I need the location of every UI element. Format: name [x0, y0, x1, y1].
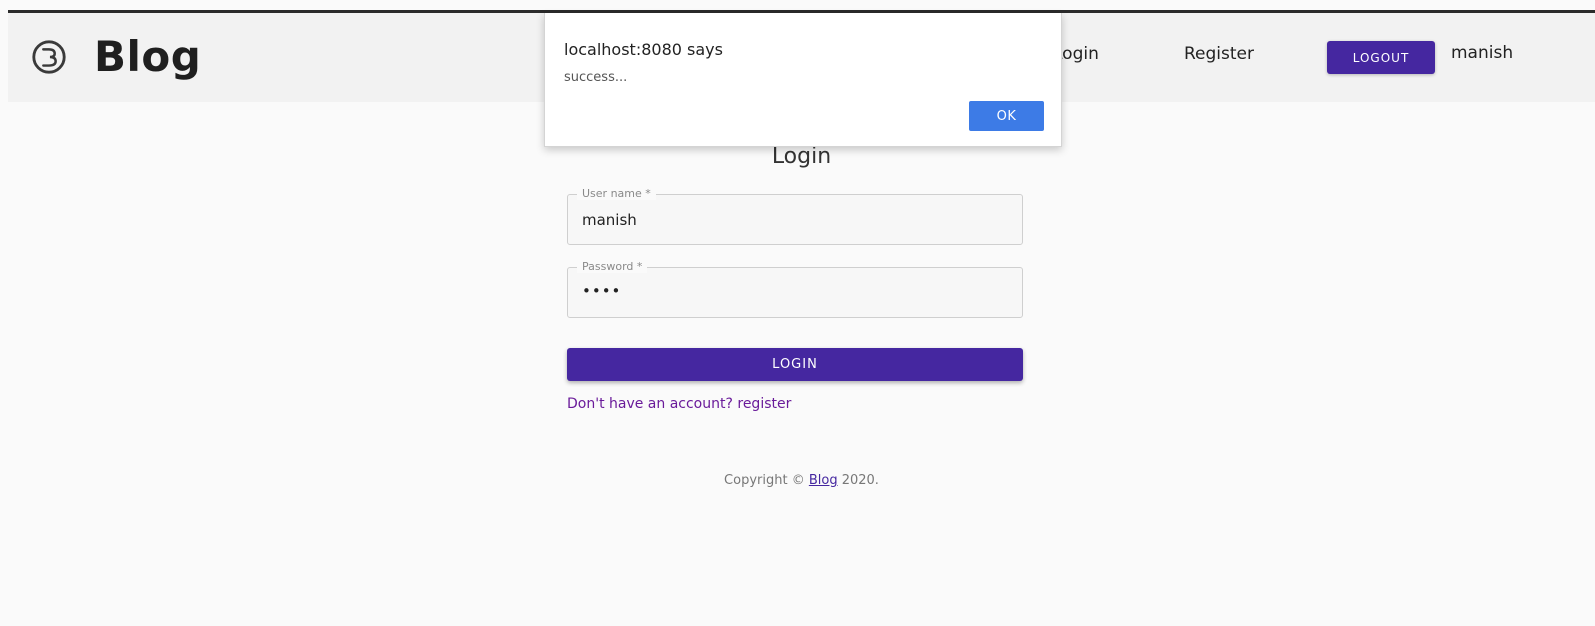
copyright-footer: Copyright © Blog 2020. [8, 473, 1595, 488]
copyright-blog-link[interactable]: Blog [809, 473, 838, 488]
password-field[interactable]: Password * •••• [567, 260, 1023, 318]
register-link[interactable]: Don't have an account? register [567, 396, 791, 412]
username-field-value: manish [582, 211, 637, 229]
blog-logo-icon [32, 40, 66, 74]
alert-ok-button[interactable]: OK [969, 101, 1044, 131]
brand-name: Blog [94, 32, 202, 81]
password-field-label: Password * [577, 260, 648, 273]
brand[interactable]: Blog [30, 35, 201, 79]
login-submit-button[interactable]: LOGIN [567, 348, 1023, 381]
copyright-suffix: 2020. [837, 473, 879, 488]
nav-link-register[interactable]: Register [1184, 44, 1254, 64]
username-field[interactable]: User name * manish [567, 187, 1023, 245]
username-field-label: User name * [577, 187, 656, 200]
logout-button[interactable]: LOGOUT [1327, 41, 1435, 74]
alert-dialog: localhost:8080 says success... OK [544, 13, 1062, 147]
alert-message: success... [564, 70, 628, 85]
login-title: Login [771, 144, 832, 169]
browser-viewport: Blog Login Register LOGOUT manish Login … [8, 10, 1595, 626]
current-username: manish [1451, 43, 1514, 63]
copyright-prefix: Copyright © [724, 473, 809, 488]
alert-title: localhost:8080 says [564, 40, 723, 59]
password-field-value: •••• [582, 282, 622, 300]
